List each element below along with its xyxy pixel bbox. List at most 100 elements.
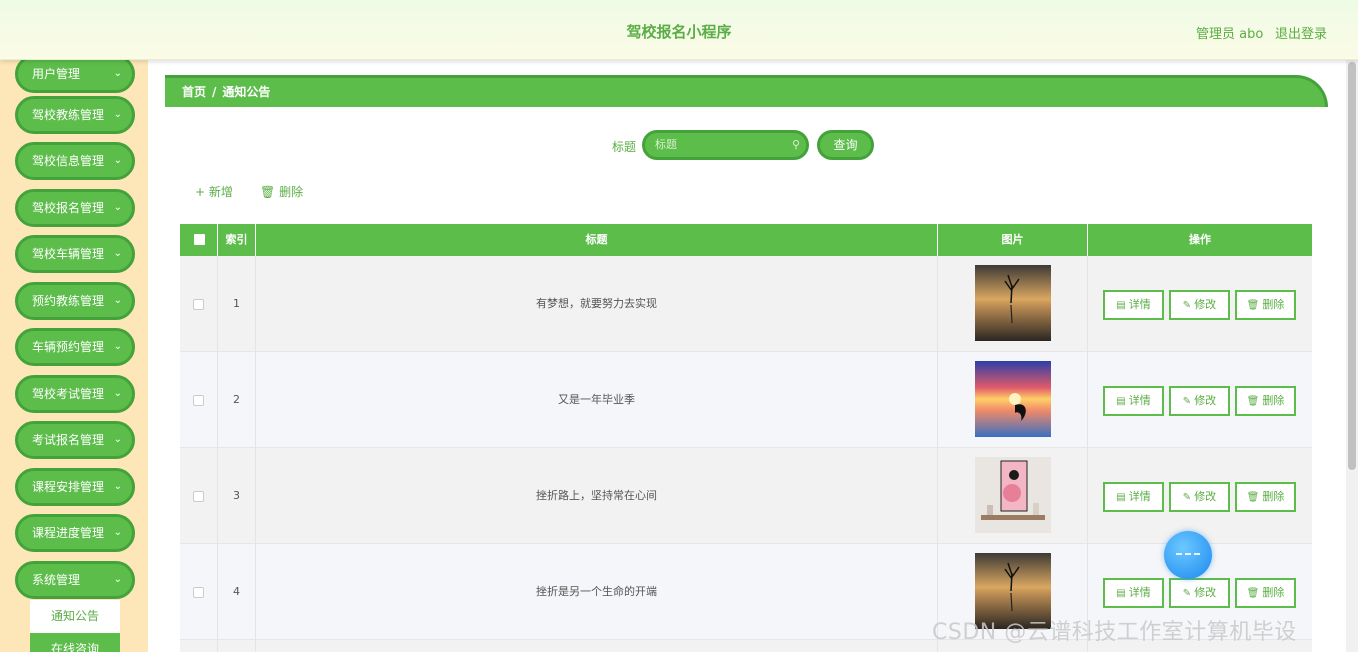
document-icon: ▤ (1116, 396, 1126, 407)
sidebar: 用户管理 ⌄ 驾校教练管理 ⌄ 驾校信息管理 ⌄ 驾校报名管理 ⌄ 驾校车辆管理 ⌄ 预约… (0, 60, 148, 652)
top-bar: 驾校报名小程序 管理员 abo 退出登录 (0, 0, 1358, 60)
detail-button[interactable]: ▤ 详情 (1103, 482, 1164, 512)
scroll-thumb[interactable] (1348, 62, 1356, 470)
delete-label: 删除 (1262, 298, 1285, 311)
search-label: 标题 (612, 140, 637, 154)
delete-button[interactable]: 🗑 删除 (1235, 290, 1296, 320)
breadcrumb: 首页 / 通知公告 (165, 75, 1328, 107)
menu-label: 系统管理 (32, 573, 81, 587)
breadcrumb-separator: / (212, 85, 217, 99)
menu-course-schedule-management[interactable]: 课程安排管理 ⌄ (15, 468, 135, 506)
delete-button[interactable]: 🗑 删除 (1235, 578, 1296, 608)
row-ops-cell: ▤ 详情 ✎ 修改 🗑 删除 (1088, 448, 1312, 544)
menu-label: 考试报名管理 (32, 433, 105, 447)
menu-label: 用户管理 (32, 67, 81, 81)
detail-label: 详情 (1128, 490, 1151, 503)
detail-label: 详情 (1128, 586, 1151, 599)
row-index: 1 (218, 256, 256, 352)
chevron-down-icon: ⌄ (113, 248, 122, 259)
chevron-down-icon: ⌄ (113, 388, 122, 399)
pencil-icon: ✎ (1182, 396, 1192, 407)
menu-label: 课程进度管理 (32, 526, 105, 540)
menu-vehicle-management[interactable]: 驾校车辆管理 ⌄ (15, 235, 135, 273)
table-header: 索引 标题 图片 操作 (180, 224, 1312, 256)
delete-button[interactable]: 🗑 删除 (1235, 482, 1296, 512)
edit-button[interactable]: ✎ 修改 (1169, 578, 1230, 608)
logout-link[interactable]: 退出登录 (1275, 23, 1327, 42)
row-title: 挫折路上，坚持常在心间 (256, 448, 938, 544)
pencil-icon: ✎ (1182, 492, 1192, 503)
search-input[interactable]: 标题 ⚲ (642, 130, 809, 160)
submenu-online-consult[interactable]: 在线咨询 (30, 633, 120, 652)
menu-label: 预约教练管理 (32, 294, 105, 308)
row-checkbox[interactable] (193, 395, 204, 406)
edit-button[interactable]: ✎ 修改 (1169, 386, 1230, 416)
row-select-cell (180, 640, 218, 652)
row-title: 有梦想，就要努力去实现 (256, 256, 938, 352)
row-checkbox[interactable] (193, 587, 204, 598)
detail-label: 详情 (1128, 394, 1151, 407)
chevron-down-icon: ⌄ (113, 574, 122, 585)
trash-icon: 🗑 (1246, 492, 1260, 503)
submenu-notice[interactable]: 通知公告 (30, 600, 120, 633)
row-ops-cell: ▤ 详情 ✎ 修改 🗑 删除 (1088, 352, 1312, 448)
chevron-down-icon: ⌄ (113, 341, 122, 352)
breadcrumb-home[interactable]: 首页 (182, 85, 206, 99)
row-image-cell (938, 352, 1088, 448)
detail-label: 详情 (1128, 298, 1151, 311)
trash-icon: 🗑 (1246, 300, 1260, 311)
table-row: 2 又是一年毕业季 ▤ 详情 ✎ 修改 🗑 删除 (180, 352, 1312, 448)
row-select-cell (180, 256, 218, 352)
delete-button[interactable]: 🗑 删除 (1235, 386, 1296, 416)
menu-registration-management[interactable]: 驾校报名管理 ⌄ (15, 189, 135, 227)
edit-button[interactable]: ✎ 修改 (1169, 290, 1230, 320)
header-select-all[interactable] (180, 224, 218, 256)
chevron-down-icon: ⌄ (113, 68, 122, 79)
row-index: 4 (218, 544, 256, 640)
add-label: 新增 (208, 185, 233, 199)
chevron-down-icon: ⌄ (113, 481, 122, 492)
delete-label: 删除 (1262, 394, 1285, 407)
row-index: 3 (218, 448, 256, 544)
menu-label: 驾校信息管理 (32, 154, 105, 168)
query-button[interactable]: 查询 (817, 130, 874, 160)
menu-school-info-management[interactable]: 驾校信息管理 ⌄ (15, 142, 135, 180)
menu-exam-registration-management[interactable]: 考试报名管理 ⌄ (15, 421, 135, 459)
search-icon: ⚲ (791, 138, 800, 151)
floating-assistant-button[interactable] (1164, 531, 1212, 579)
row-ops-cell: ▤ 详情 ✎ 修改 🗑 删除 (1088, 256, 1312, 352)
menu-vehicle-booking-management[interactable]: 车辆预约管理 ⌄ (15, 328, 135, 366)
menu-system-management[interactable]: 系统管理 ⌄ (15, 561, 135, 599)
detail-button[interactable]: ▤ 详情 (1103, 578, 1164, 608)
menu-user-management[interactable]: 用户管理 ⌄ (15, 60, 135, 93)
menu-label: 车辆预约管理 (32, 340, 105, 354)
menu-coach-booking-management[interactable]: 预约教练管理 ⌄ (15, 282, 135, 320)
row-title-cell (256, 640, 938, 652)
delete-label: 删除 (1262, 490, 1285, 503)
menu-course-progress-management[interactable]: 课程进度管理 ⌄ (15, 514, 135, 552)
add-button[interactable]: + 新增 (195, 183, 233, 200)
page-scrollbar[interactable] (1346, 60, 1358, 652)
edit-label: 修改 (1194, 490, 1217, 503)
row-index-cell (218, 640, 256, 652)
select-all-checkbox[interactable] (194, 234, 205, 245)
edit-button[interactable]: ✎ 修改 (1169, 482, 1230, 512)
chevron-down-icon: ⌄ (113, 109, 122, 120)
row-select-cell (180, 544, 218, 640)
row-title: 挫折是另一个生命的开端 (256, 544, 938, 640)
menu-coach-management[interactable]: 驾校教练管理 ⌄ (15, 96, 135, 134)
chevron-down-icon: ⌄ (113, 434, 122, 445)
row-thumbnail (975, 361, 1051, 437)
batch-delete-button[interactable]: 🗑 删除 (260, 183, 303, 200)
batch-delete-label: 删除 (279, 185, 304, 199)
admin-name: 管理员 abo (1196, 27, 1264, 42)
menu-label: 课程安排管理 (32, 480, 105, 494)
app-title: 驾校报名小程序 (626, 23, 732, 41)
document-icon: ▤ (1116, 492, 1126, 503)
detail-button[interactable]: ▤ 详情 (1103, 386, 1164, 416)
row-checkbox[interactable] (193, 491, 204, 502)
detail-button[interactable]: ▤ 详情 (1103, 290, 1164, 320)
table-row: 1 有梦想，就要努力去实现 ▤ 详情 ✎ 修改 🗑 删除 (180, 256, 1312, 352)
row-checkbox[interactable] (193, 299, 204, 310)
menu-exam-management[interactable]: 驾校考试管理 ⌄ (15, 375, 135, 413)
